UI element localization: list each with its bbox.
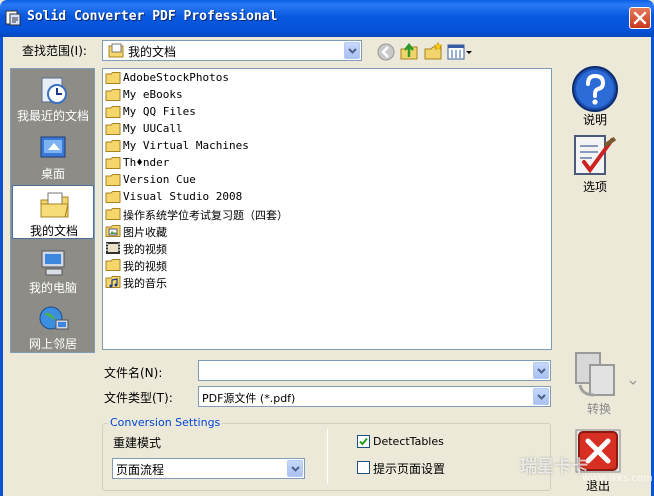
place-desktop[interactable]: 桌面 (12, 129, 94, 183)
file-name: 操作系统学位考试复习题（四套） (123, 209, 288, 222)
desktop-icon (40, 136, 66, 158)
network-places-icon (39, 306, 69, 330)
watermark-text: 瑞星卡卡 (520, 457, 588, 477)
window-title: Solid Converter PDF Professional (27, 9, 278, 24)
filetype-dropdown-button[interactable] (533, 388, 549, 405)
watermark-url: www.lkks.com (582, 473, 653, 484)
help-button[interactable] (571, 65, 619, 113)
close-button[interactable] (629, 7, 651, 29)
filetype-select[interactable]: PDF源文件 (*.pdf) (198, 386, 551, 407)
chevron-down-icon (537, 394, 546, 400)
chevron-down-icon (537, 368, 546, 374)
folder-icon (105, 72, 121, 84)
file-name: 我的视频 (123, 243, 167, 256)
chevron-down-icon (291, 466, 300, 472)
folder-icon (105, 106, 121, 118)
prompt-page-settings-checkbox[interactable] (357, 461, 370, 474)
file-name: My eBooks (123, 88, 183, 101)
close-icon (633, 11, 647, 25)
folder-icon (105, 174, 121, 186)
music-folder-icon (105, 276, 121, 288)
view-menu-icon[interactable] (447, 42, 473, 62)
chevron-down-icon (348, 48, 357, 54)
file-name: 图片收藏 (123, 226, 167, 239)
filetype-value: PDF源文件 (*.pdf) (202, 392, 296, 405)
video-folder-icon (106, 242, 120, 254)
my-computer-icon (41, 250, 65, 276)
rebuild-mode-dropdown-button[interactable] (287, 460, 303, 477)
file-name: My QQ Files (123, 105, 196, 118)
rebuild-mode-select[interactable]: 页面流程 (112, 458, 305, 479)
rebuild-mode-label: 重建模式 (113, 436, 162, 450)
file-name: 我的视频 (123, 260, 167, 273)
file-list[interactable]: AdobeStockPhotos My eBooks My QQ Files M… (102, 68, 552, 350)
file-name: My Virtual Machines (123, 139, 249, 152)
folder-icon (105, 157, 121, 169)
my-documents-icon (40, 192, 69, 218)
app-icon (5, 10, 21, 26)
filename-input[interactable] (198, 360, 551, 381)
title-bar: Solid Converter PDF Professional (0, 0, 654, 37)
conversion-settings-title: Conversion Settings (108, 416, 223, 429)
file-name: Th♦nder (123, 156, 170, 169)
pictures-folder-icon (105, 225, 121, 237)
place-label: 桌面 (40, 167, 65, 181)
places-bar: 我最近的文档 桌面 我的文档 我的电脑 网上邻居 (10, 68, 95, 353)
convert-label: 转换 (586, 402, 611, 416)
up-folder-icon[interactable] (399, 41, 419, 61)
options-label: 选项 (582, 180, 607, 194)
lookin-label: 查找范围(I): (22, 44, 87, 58)
recent-documents-icon (41, 77, 67, 104)
place-label: 网上邻居 (28, 337, 77, 351)
folder-icon (105, 191, 121, 203)
options-button[interactable] (570, 132, 620, 180)
folder-icon (105, 123, 121, 135)
place-label: 我的电脑 (28, 281, 77, 295)
folder-icon (105, 208, 121, 220)
filename-dropdown-button[interactable] (533, 362, 549, 379)
my-documents-small-icon (108, 43, 124, 58)
lookin-dropdown-button[interactable] (344, 42, 360, 59)
file-name: My UUCall (123, 122, 183, 135)
detect-tables-label: DetectTables (373, 435, 444, 448)
file-name: Visual Studio 2008 (123, 190, 243, 203)
folder-icon (105, 89, 121, 101)
lookin-value: 我的文档 (128, 45, 177, 59)
place-my-computer[interactable]: 我的电脑 (12, 243, 94, 297)
new-folder-icon[interactable] (423, 41, 443, 61)
checkmark-icon (359, 437, 368, 446)
place-label: 我最近的文档 (16, 109, 89, 123)
place-recent[interactable]: 我最近的文档 (12, 71, 94, 125)
convert-button[interactable] (570, 351, 640, 401)
back-icon[interactable] (376, 42, 396, 62)
filetype-label: 文件类型(T): (104, 391, 173, 405)
folder-icon (105, 259, 121, 271)
group-divider (327, 429, 328, 484)
place-label: 我的文档 (29, 224, 78, 238)
place-my-documents[interactable]: 我的文档 (12, 185, 94, 239)
window-border-left (0, 37, 3, 496)
folder-icon (105, 140, 121, 152)
detect-tables-checkbox[interactable] (357, 435, 370, 448)
help-label: 说明 (582, 113, 607, 127)
lookin-combo[interactable]: 我的文档 (102, 40, 362, 61)
prompt-page-settings-label: 提示页面设置 (373, 462, 446, 476)
place-network[interactable]: 网上邻居 (12, 299, 94, 353)
filename-label: 文件名(N): (104, 366, 163, 380)
file-name: AdobeStockPhotos (123, 71, 229, 84)
file-name: 我的音乐 (123, 277, 167, 290)
rebuild-mode-value: 页面流程 (116, 463, 165, 477)
file-name: Version Cue (123, 173, 196, 186)
